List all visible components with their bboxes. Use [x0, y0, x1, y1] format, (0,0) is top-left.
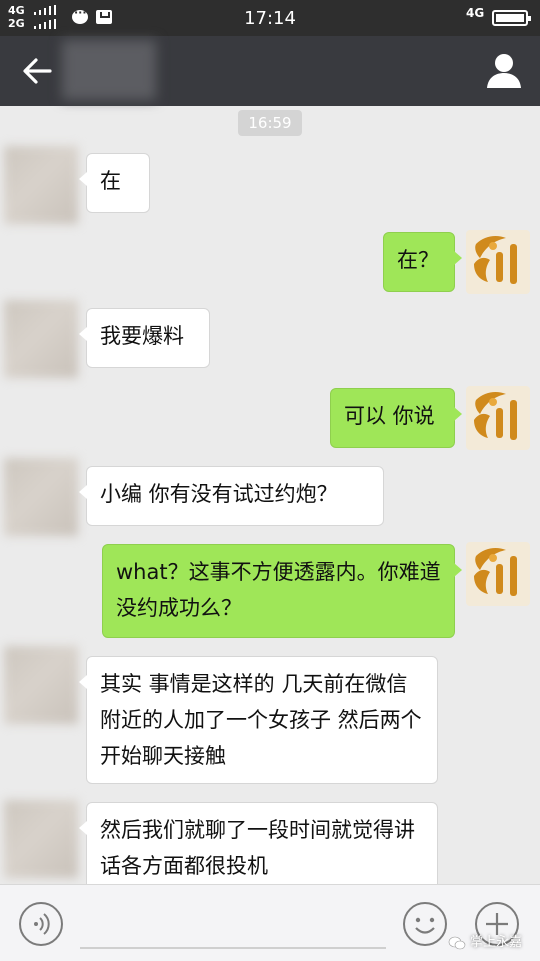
message-bubble-received[interactable]: 然后我们就聊了一段时间就觉得讲话各方面都很投机	[79, 802, 438, 884]
chat-input-bar: 掌上永嘉	[0, 884, 540, 961]
logo-avatar-icon	[474, 236, 517, 284]
message-timestamp: 16:59	[238, 110, 302, 136]
network-type-right: 4G	[466, 6, 485, 20]
status-bar: 4G 2G 17:14 4G	[0, 0, 540, 36]
message-bubble-received[interactable]: 小编 你有没有试过约炮？	[79, 466, 384, 526]
contact-avatar-redacted[interactable]	[4, 646, 78, 724]
my-avatar[interactable]	[466, 230, 530, 294]
status-clock: 17:14	[244, 8, 296, 29]
person-icon	[487, 54, 521, 88]
message-bubble-received[interactable]: 在	[79, 153, 150, 213]
emoji-button[interactable]	[402, 901, 448, 947]
chat-message-list[interactable]: 16:59 在 在？ 我要爆料 可以 你说 小编 你有没有试过约炮？ what？…	[0, 106, 540, 884]
message-bubble-received[interactable]: 其实 事情是这样的 几天前在微信附近的人加了一个女孩子 然后两个开始聊天接触	[79, 656, 438, 784]
message-text-input[interactable]	[80, 947, 386, 949]
logo-avatar-icon	[474, 392, 517, 440]
smiley-icon	[403, 902, 447, 946]
logo-avatar-icon	[474, 548, 517, 596]
battery-icon	[492, 10, 531, 26]
my-avatar[interactable]	[466, 386, 530, 450]
watermark-text: 掌上永嘉	[470, 935, 523, 950]
my-avatar[interactable]	[466, 542, 530, 606]
message-bubble-sent[interactable]: 可以 你说	[330, 388, 462, 448]
voice-icon	[19, 902, 63, 946]
contact-avatar-redacted[interactable]	[4, 300, 78, 378]
contact-avatar-redacted[interactable]	[4, 800, 78, 878]
contact-name-redacted	[62, 40, 156, 100]
source-watermark: 掌上永嘉	[448, 931, 522, 953]
voice-input-button[interactable]	[18, 901, 64, 947]
wechat-logo-icon	[448, 936, 466, 949]
message-bubble-sent[interactable]: 在？	[383, 232, 462, 292]
contact-avatar-redacted[interactable]	[4, 458, 78, 536]
message-bubble-sent[interactable]: what？这事不方便透露内。你难道没约成功么？	[102, 544, 462, 638]
chat-info-button[interactable]	[482, 50, 526, 92]
chat-title-bar	[0, 36, 540, 106]
back-button[interactable]	[14, 48, 60, 94]
message-bubble-received[interactable]: 我要爆料	[79, 308, 210, 368]
arrow-left-icon	[23, 58, 52, 84]
contact-avatar-redacted[interactable]	[4, 146, 78, 224]
